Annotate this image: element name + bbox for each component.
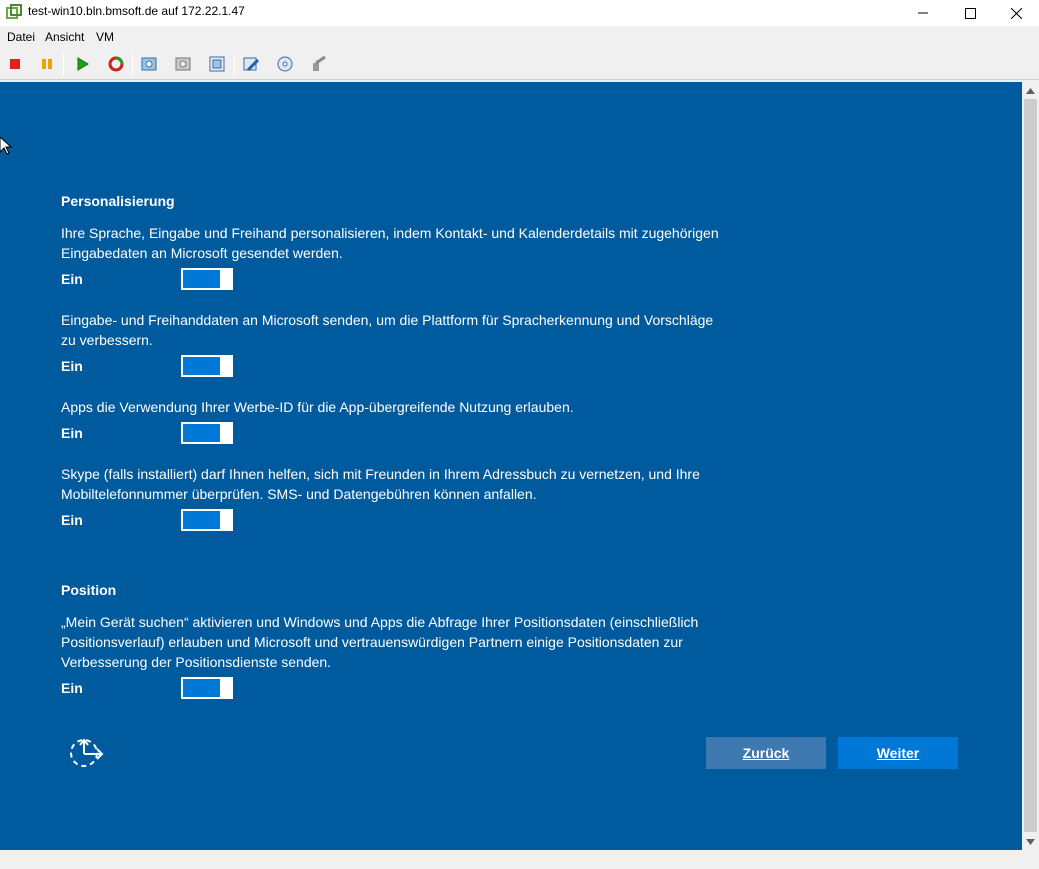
scroll-up-icon[interactable] (1022, 82, 1039, 99)
tools-icon[interactable] (308, 53, 330, 75)
toggle-state-label: Ein (61, 358, 83, 374)
title-bar: test-win10.bln.bmsoft.de auf 172.22.1.47 (0, 0, 1039, 26)
snapshot-icon[interactable] (138, 53, 160, 75)
toggle-contact-calendar[interactable] (181, 268, 233, 290)
setting-description: „Mein Gerät suchen“ aktivieren und Windo… (61, 614, 699, 670)
maximize-button[interactable] (947, 0, 993, 26)
vm-console-screen[interactable]: Personalisierung Ihre Sprache, Eingabe u… (0, 82, 1022, 850)
window-title: test-win10.bln.bmsoft.de auf 172.22.1.47 (28, 4, 245, 18)
toggle-find-my-device[interactable] (181, 677, 233, 699)
next-button[interactable]: Weiter (838, 737, 958, 769)
reset-icon[interactable] (105, 53, 127, 75)
section-title-personalization: Personalisierung (61, 193, 175, 209)
toggle-state-label: Ein (61, 680, 83, 696)
toggle-state-label: Ein (61, 512, 83, 528)
mouse-cursor-icon (0, 137, 12, 155)
toggle-state-label: Ein (61, 271, 83, 287)
status-bar (0, 850, 1039, 869)
menu-datei[interactable]: Datei (7, 30, 35, 44)
setting-description: Ihre Sprache, Eingabe und Freihand perso… (61, 225, 719, 261)
vmware-app-icon (6, 4, 22, 20)
vertical-scrollbar[interactable] (1022, 82, 1039, 850)
minimize-button[interactable] (900, 0, 946, 26)
menu-bar: Datei Ansicht VM (0, 26, 1039, 48)
next-button-label: Weiter (876, 745, 920, 761)
scrollbar-thumb[interactable] (1024, 99, 1037, 832)
back-button[interactable]: Zurück (706, 737, 826, 769)
close-button[interactable] (993, 0, 1039, 26)
accessibility-icon[interactable] (68, 737, 104, 769)
pause-icon[interactable] (36, 53, 58, 75)
scroll-down-icon[interactable] (1022, 833, 1039, 850)
setting-description: Skype (falls installiert) darf Ihnen hel… (61, 466, 700, 502)
setting-description: Apps die Verwendung Ihrer Werbe-ID für d… (61, 399, 574, 415)
stop-icon[interactable] (4, 53, 26, 75)
edit-settings-icon[interactable] (240, 53, 262, 75)
back-button-label: Zurück (742, 745, 790, 761)
section-title-position: Position (61, 582, 117, 598)
menu-ansicht[interactable]: Ansicht (45, 30, 84, 44)
play-icon[interactable] (72, 53, 94, 75)
toggle-state-label: Ein (61, 425, 83, 441)
toggle-speech-recognition[interactable] (181, 355, 233, 377)
toolbar (0, 48, 1039, 80)
toggle-skype[interactable] (181, 509, 233, 531)
cd-dvd-icon[interactable] (274, 53, 296, 75)
toggle-advertising-id[interactable] (181, 422, 233, 444)
revert-snapshot-icon[interactable] (172, 53, 194, 75)
menu-vm[interactable]: VM (96, 30, 114, 44)
snapshot-manager-icon[interactable] (206, 53, 228, 75)
setting-description: Eingabe- und Freihanddaten an Microsoft … (61, 312, 714, 348)
